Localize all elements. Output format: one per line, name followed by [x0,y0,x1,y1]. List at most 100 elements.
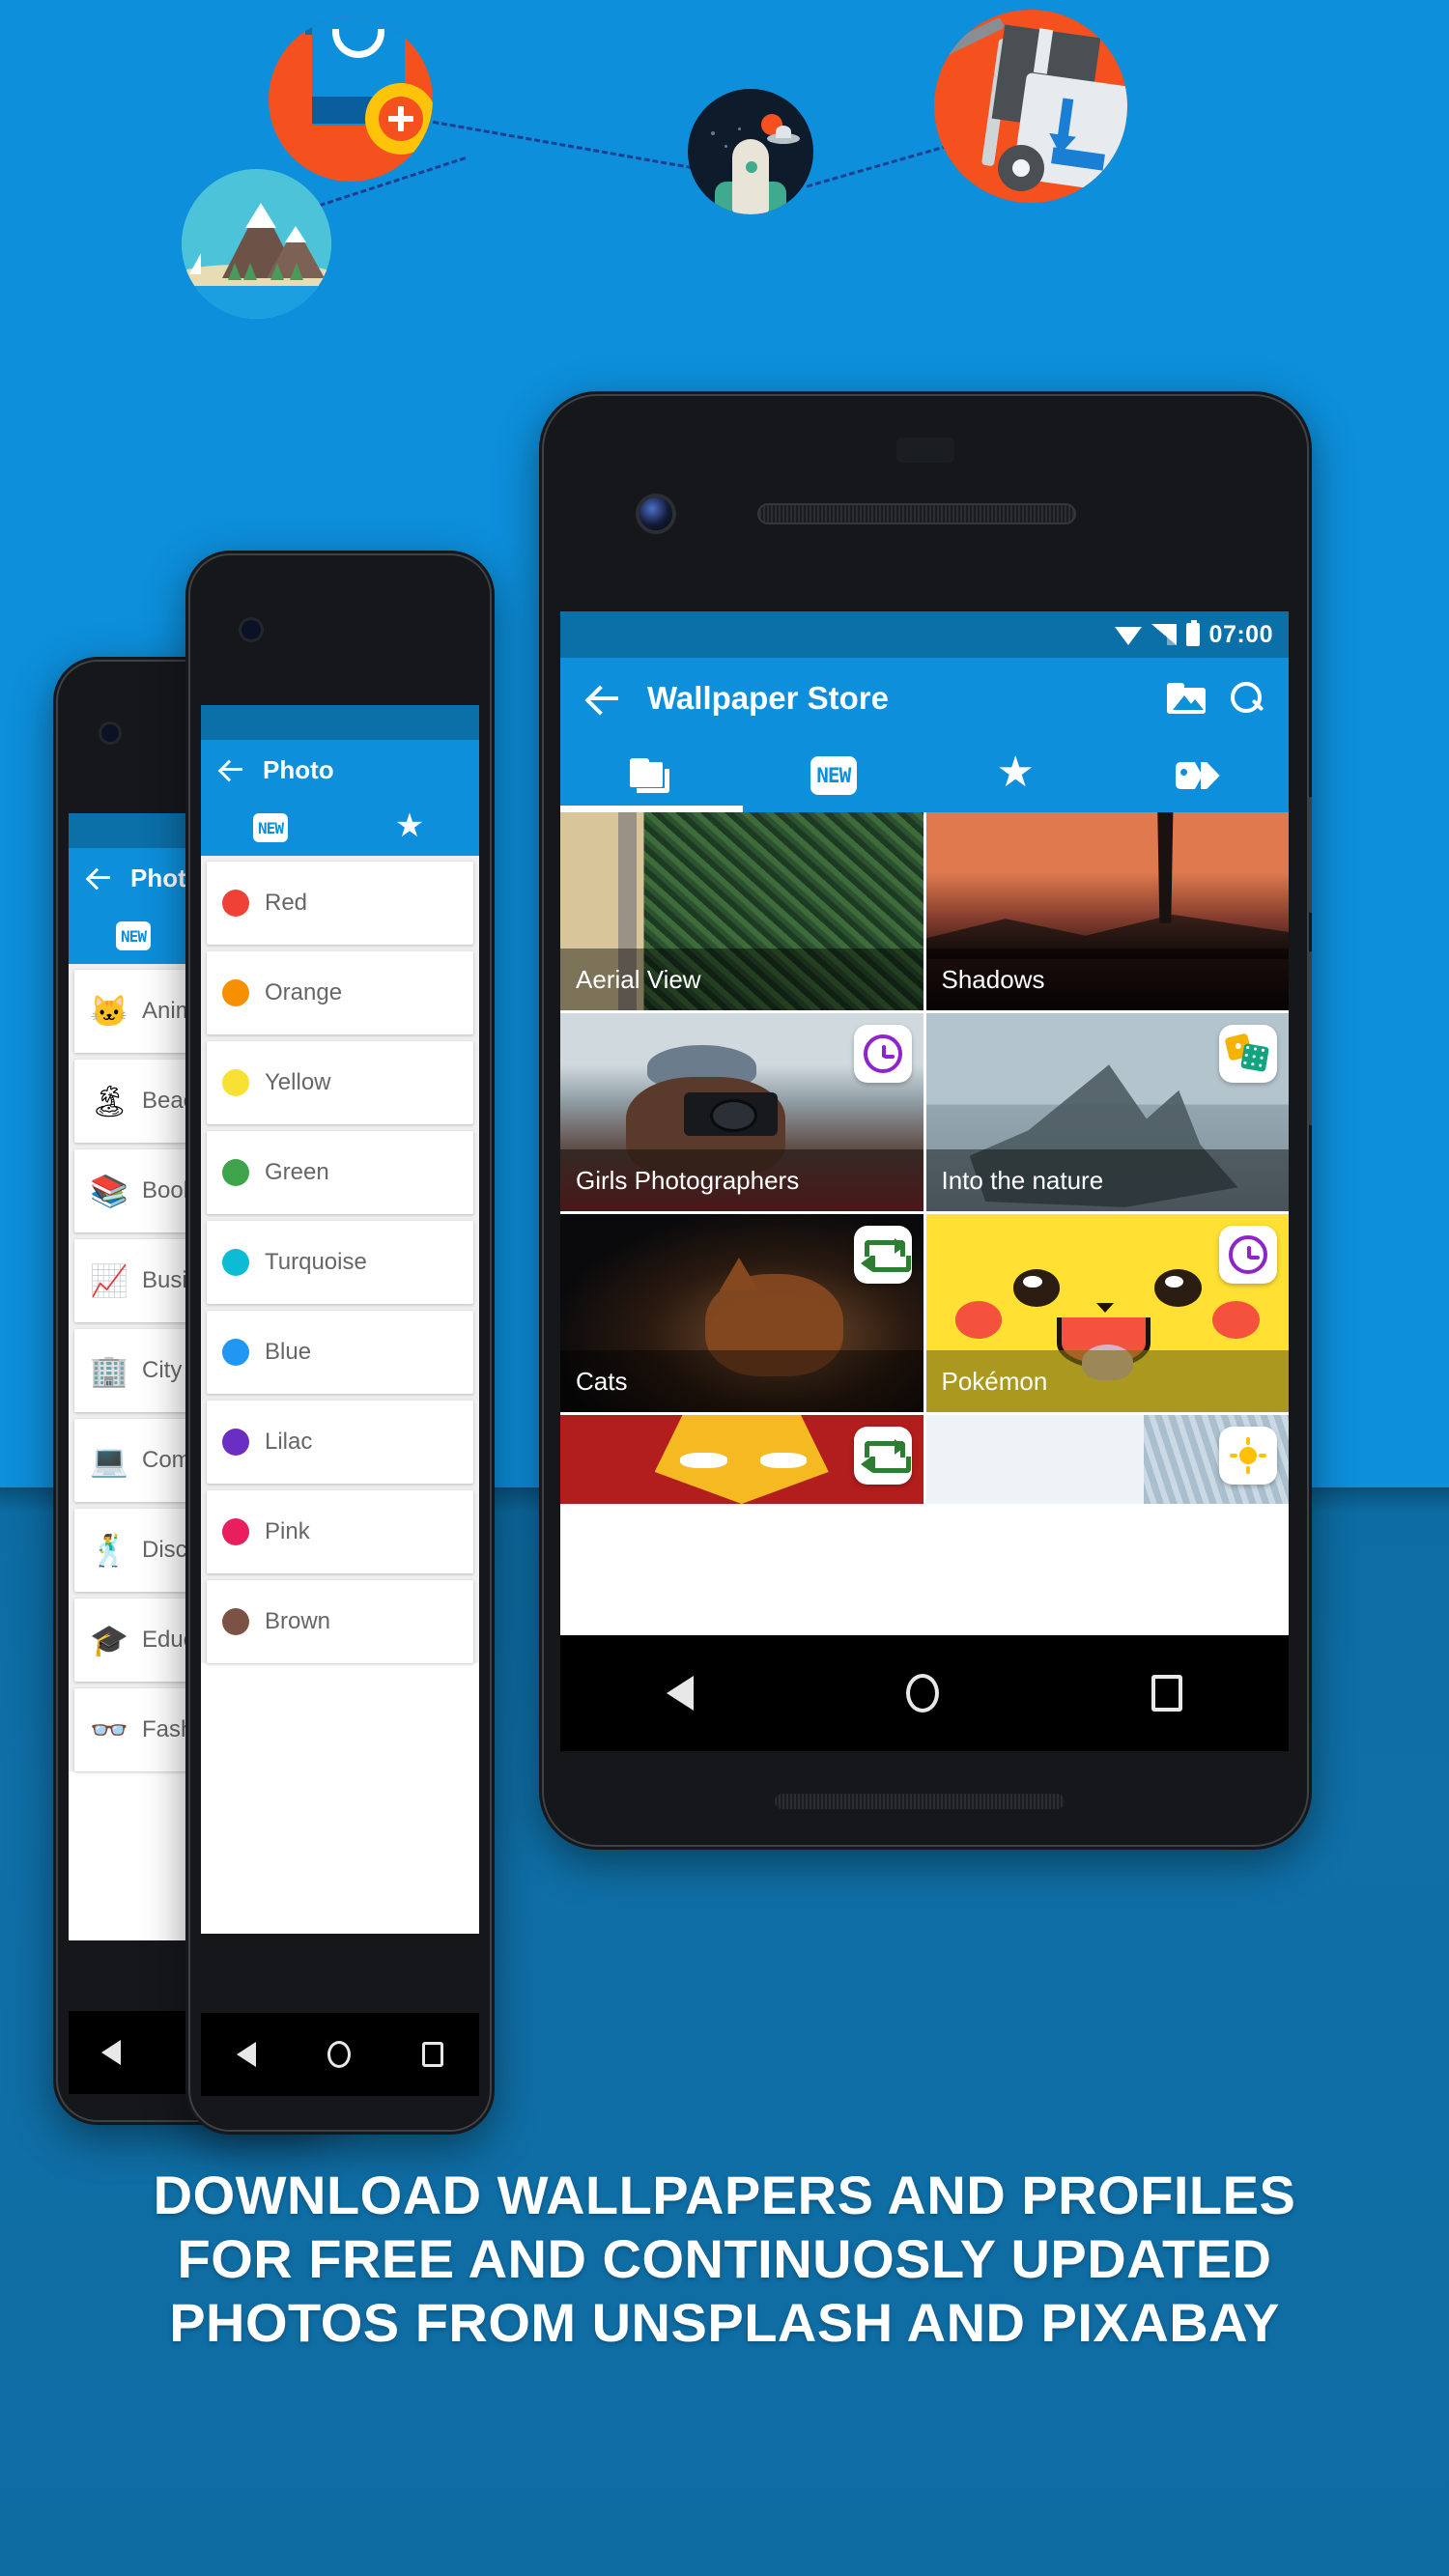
disco-icon: 🕺 [90,1533,128,1568]
color-list: Red Orange Yellow Green Turquoise Blue L… [201,856,479,1663]
tab-new[interactable]: NEW [743,739,925,812]
recents-nav-icon[interactable] [1151,1675,1182,1712]
repeat-icon [860,1439,911,1473]
folders-icon [630,758,672,793]
grid-cell-label: Cats [560,1350,923,1412]
animals-icon: 🐱 [90,994,128,1029]
badge-repeat[interactable] [853,1427,912,1485]
back-arrow-icon[interactable] [86,864,113,892]
grid-cell[interactable]: Shadows [925,812,1289,1010]
badge-clock[interactable] [1219,1226,1277,1284]
search-icon[interactable] [1231,682,1264,715]
tab-new[interactable]: NEW [201,800,340,856]
caption-line-1: DOWNLOAD WALLPAPERS AND PROFILES [153,2165,1296,2225]
list-item[interactable]: Green [207,1131,473,1214]
grid-cell[interactable]: Girls Photographers [560,1013,923,1211]
star-icon: ★ [394,807,425,844]
grid-cell[interactable] [560,1415,923,1504]
list-item[interactable]: Lilac [207,1401,473,1484]
back-nav-icon[interactable] [237,2042,256,2067]
education-icon: 🎓 [90,1623,128,1657]
list-item-label: City [142,1357,183,1383]
recents-nav-icon[interactable] [422,2042,443,2067]
tab-new[interactable]: NEW [69,908,198,964]
list-item[interactable]: Red [207,862,473,945]
photo-folder-icon[interactable] [1167,683,1206,714]
front-phone-wallpaper-store: 07:00 Wallpaper Store NEW ★ Aerial View … [539,391,1312,1850]
list-item[interactable]: Yellow [207,1041,473,1124]
status-time: 07:00 [1208,620,1273,648]
clock-icon [1229,1235,1267,1274]
badge-repeat[interactable] [853,1226,912,1284]
list-item[interactable]: Turquoise [207,1221,473,1304]
color-swatch [222,890,249,917]
list-item-label: Blue [265,1339,312,1365]
list-item[interactable]: Brown [207,1580,473,1663]
caption-line-2: FOR FREE AND CONTINUOSLY UPDATED [177,2228,1272,2290]
grid-cell[interactable]: Aerial View [560,812,923,1010]
back-arrow-icon[interactable] [585,680,622,717]
color-swatch [222,1339,249,1366]
beach-icon: 🏝 [90,1084,129,1118]
promo-caption: DOWNLOAD WALLPAPERS AND PROFILES FOR FRE… [0,2164,1449,2355]
mid-phone-colors: Photo NEW ★ Red Orange Yellow Green Turq… [185,551,495,2135]
computer-icon: 💻 [90,1443,128,1478]
dash-line-3 [806,139,966,188]
cards-icon [1224,1033,1270,1073]
grid-cell[interactable]: Into the nature [925,1013,1289,1211]
mid-phone-title: Photo [263,754,334,784]
repeat-icon [860,1238,911,1272]
grid-cell[interactable]: Cats [560,1214,923,1412]
mid-phone-navbar [201,2013,479,2096]
list-item-label: Brown [265,1608,331,1634]
power-button[interactable] [1308,797,1312,913]
list-item[interactable]: Pink [207,1490,473,1573]
new-badge-icon: NEW [116,921,151,950]
tab-tags[interactable] [1107,739,1290,812]
home-nav-icon[interactable] [906,1674,939,1713]
back-nav-icon[interactable] [100,2040,121,2065]
grid-cell[interactable] [925,1415,1289,1504]
list-item-label: Orange [265,979,343,1005]
new-badge-icon: NEW [810,756,857,795]
list-item[interactable]: Orange [207,951,473,1034]
grid-cell-label: Into the nature [925,1149,1289,1211]
home-nav-icon[interactable] [327,2041,351,2068]
mid-phone-appbar: Photo [201,740,479,800]
mid-phone-statusbar [201,705,479,740]
wallpaper-grid: Aerial View Shadows Girls Photographers … [560,812,1289,1504]
tab-favorites[interactable]: ★ [924,739,1107,812]
app-bar: Wallpaper Store [560,658,1289,739]
tab-favorites[interactable]: ★ [340,800,479,856]
list-item[interactable]: Blue [207,1311,473,1394]
grid-cell[interactable]: Pokémon [925,1214,1289,1412]
badge-sun[interactable] [1219,1427,1277,1485]
volume-button[interactable] [1308,951,1312,1125]
list-item-label: Lilac [265,1429,313,1455]
back-nav-icon[interactable] [667,1676,694,1711]
hero-illustration [0,0,1449,367]
badge-cards[interactable] [1219,1025,1277,1083]
badge-clock[interactable] [853,1025,912,1083]
delivery-cart-download-circle [934,10,1127,203]
color-swatch [222,1249,249,1276]
tab-bar: NEW ★ [560,739,1289,812]
sun-icon [1230,1437,1266,1474]
status-bar: 07:00 [560,611,1289,658]
back-arrow-icon[interactable] [218,756,245,783]
tab-folders[interactable] [560,739,743,812]
earpiece-speaker [757,503,1076,524]
color-swatch [222,1069,249,1096]
grid-cell-label: Pokémon [925,1350,1289,1412]
list-item-label: Pink [265,1518,310,1544]
rocket-space-circle [688,89,813,214]
proximity-sensor [896,438,954,463]
books-icon: 📚 [90,1174,128,1208]
android-nav-bar [560,1635,1289,1751]
color-swatch [222,979,249,1006]
new-badge-icon: NEW [253,813,288,842]
grid-cell-label: Shadows [925,948,1289,1010]
grid-cell-label: Aerial View [560,948,923,1010]
list-item-label: Yellow [265,1069,331,1095]
front-camera [639,497,672,530]
